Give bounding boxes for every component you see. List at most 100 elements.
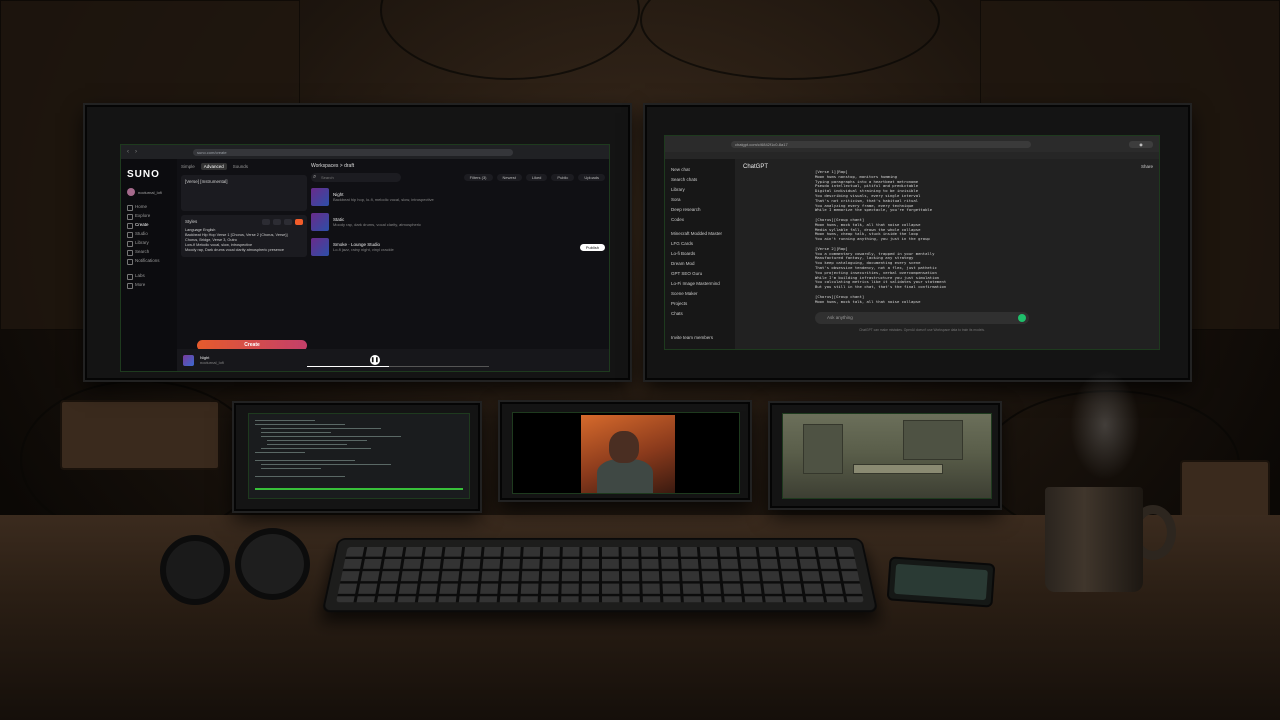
publish-button[interactable]: Publish bbox=[579, 243, 605, 251]
sidebar-item[interactable]: Search chats bbox=[671, 175, 729, 185]
sidebar-item[interactable]: New chat bbox=[671, 165, 729, 175]
tab-sounds[interactable]: Sounds bbox=[233, 164, 248, 169]
landscape-monitor bbox=[770, 403, 1000, 508]
workspace-panel: Workspaces > draft Search Filters (3) Ne… bbox=[311, 161, 605, 347]
undo-icon[interactable] bbox=[284, 219, 292, 225]
song-cover[interactable] bbox=[311, 213, 329, 231]
forward-icon[interactable]: › bbox=[135, 149, 137, 155]
sidebar-nav: Home Explore Create Studio Library Searc… bbox=[127, 202, 171, 289]
public-chip[interactable]: Public bbox=[551, 174, 575, 181]
back-icon[interactable]: ‹ bbox=[127, 149, 129, 155]
sidebar-item-labs[interactable]: Labs bbox=[127, 271, 171, 280]
sidebar-item[interactable]: GPT SEO Guru bbox=[671, 269, 729, 279]
workspace-title[interactable]: Workspaces > draft bbox=[311, 161, 605, 171]
sidebar-item-search[interactable]: Search bbox=[127, 247, 171, 256]
shuffle-icon[interactable] bbox=[262, 219, 270, 225]
song-row[interactable]: Smoke · Lounge Studio Lo-fi jazz, rainy … bbox=[311, 237, 605, 257]
code-line bbox=[261, 464, 391, 465]
tab-advanced[interactable]: Advanced bbox=[200, 162, 227, 170]
mode-tabs: Simple Advanced Sounds bbox=[181, 161, 307, 171]
code-line bbox=[261, 428, 381, 429]
suno-logo[interactable]: SUNO bbox=[127, 169, 171, 180]
sidebar-item[interactable]: Scene Maker bbox=[671, 289, 729, 299]
chatgpt-screen: chatgpt.com/c/6842f1c0-8a17 ◉ New chat S… bbox=[664, 135, 1160, 350]
invite-team-link[interactable]: Invite team members bbox=[671, 333, 713, 343]
address-bar[interactable]: suno.com/create bbox=[193, 148, 513, 156]
left-monitor: ‹ › suno.com/create SUNO nocturnal_lofi … bbox=[85, 105, 630, 380]
steam bbox=[1070, 370, 1140, 480]
song-tags: Moody rap, dark drums, vocal clarity, at… bbox=[333, 222, 421, 227]
address-bar[interactable]: chatgpt.com/c/6842f1c0-8a17 bbox=[731, 140, 1031, 148]
song-cover[interactable] bbox=[311, 188, 329, 206]
user-profile[interactable]: nocturnal_lofi bbox=[127, 188, 171, 196]
pause-icon[interactable] bbox=[273, 219, 281, 225]
sidebar-item-studio[interactable]: Studio bbox=[127, 229, 171, 238]
add-style-icon[interactable] bbox=[295, 219, 303, 225]
sidebar-item[interactable]: LFG Cards bbox=[671, 239, 729, 249]
filter-chip[interactable]: Filters (3) bbox=[463, 174, 493, 181]
disclaimer-text: ChatGPT can make mistakes. OpenAI doesn'… bbox=[859, 328, 985, 332]
assistant-message: [Verse 1][Rap] Moon hums nonstop, monito… bbox=[815, 170, 947, 304]
sidebar-item-create[interactable]: Create bbox=[127, 220, 171, 229]
sidebar-item[interactable]: Minecraft Modded Master bbox=[671, 229, 729, 239]
play-pause-button[interactable]: ❚❚ bbox=[369, 355, 380, 365]
profile-button[interactable]: ◉ bbox=[1129, 140, 1153, 148]
code-line bbox=[255, 424, 345, 425]
sidebar-item[interactable]: Lo-fi Boards bbox=[671, 249, 729, 259]
styles-box[interactable]: Styles Language English Backbeat Hip Hop… bbox=[181, 215, 307, 257]
model-selector[interactable]: ChatGPT bbox=[743, 164, 768, 170]
smartphone bbox=[886, 556, 996, 608]
liked-chip[interactable]: Liked bbox=[525, 174, 548, 181]
code-line bbox=[261, 468, 321, 469]
sidebar-item[interactable]: Library bbox=[671, 185, 729, 195]
browser-toolbar: ‹ › suno.com/create bbox=[121, 145, 609, 159]
cable bbox=[380, 0, 640, 80]
sidebar-item[interactable]: Sora bbox=[671, 195, 729, 205]
playback-bar: Night nocturnal_lofi ❚❚ bbox=[177, 349, 609, 371]
create-panel: Simple Advanced Sounds [Verse] [Instrume… bbox=[181, 161, 307, 351]
now-playing-artist[interactable]: nocturnal_lofi bbox=[200, 360, 224, 365]
artwork-figure-head bbox=[609, 431, 639, 463]
sidebar-item-home[interactable]: Home bbox=[127, 202, 171, 211]
song-cover[interactable] bbox=[311, 238, 329, 256]
sidebar-item-more[interactable]: More bbox=[127, 280, 171, 289]
code-line bbox=[255, 476, 345, 477]
uploads-chip[interactable]: Uploads bbox=[578, 174, 605, 181]
song-row[interactable]: Night Backbeat hip hop, lo-fi, melodic v… bbox=[311, 187, 605, 207]
sidebar-item[interactable]: Dream Mod bbox=[671, 259, 729, 269]
keyboard-keys bbox=[336, 547, 864, 603]
playback-progress-fill bbox=[307, 366, 389, 367]
browser-toolbar: chatgpt.com/c/6842f1c0-8a17 ◉ bbox=[665, 136, 1159, 152]
ruin-wall bbox=[803, 424, 843, 474]
sidebar-item-explore[interactable]: Explore bbox=[127, 211, 171, 220]
sidebar-item[interactable]: Projects bbox=[671, 299, 729, 309]
artwork-monitor bbox=[500, 402, 750, 500]
sidebar-item-notifications[interactable]: Notifications bbox=[127, 256, 171, 265]
lyrics-box[interactable]: [Verse] [Instrumental] bbox=[181, 175, 307, 211]
song-row[interactable]: Static Moody rap, dark drums, vocal clar… bbox=[311, 212, 605, 232]
code-line bbox=[261, 448, 371, 449]
code-monitor bbox=[234, 403, 480, 511]
sidebar-item[interactable]: Chats bbox=[671, 309, 729, 319]
sidebar-item[interactable]: Codex bbox=[671, 215, 729, 225]
prompt-input[interactable]: Ask anything bbox=[815, 312, 1029, 324]
code-line bbox=[267, 444, 347, 445]
sidebar-item-library[interactable]: Library bbox=[127, 238, 171, 247]
sidebar-item[interactable]: Lo-Fi Image Mastermind bbox=[671, 279, 729, 289]
styles-actions bbox=[262, 219, 303, 225]
now-playing-cover[interactable] bbox=[183, 354, 194, 366]
sort-chip[interactable]: Newest bbox=[496, 174, 522, 181]
ruin-wall bbox=[903, 420, 963, 460]
code-line bbox=[255, 420, 315, 421]
tab-simple[interactable]: Simple bbox=[181, 164, 195, 169]
keyboard bbox=[321, 537, 879, 613]
ruins-landscape-image bbox=[782, 413, 992, 499]
sidebar-item[interactable]: Deep research bbox=[671, 205, 729, 215]
chat-sidebar: New chat Search chats Library Sora Deep … bbox=[665, 159, 735, 349]
send-icon[interactable] bbox=[1018, 314, 1026, 322]
share-button[interactable]: Share bbox=[1141, 164, 1153, 169]
playback-progress[interactable] bbox=[307, 366, 489, 367]
headphone-left-cup bbox=[160, 535, 230, 605]
workspace-toolbar: Search Filters (3) Newest Liked Public U… bbox=[311, 173, 605, 182]
search-input[interactable]: Search bbox=[311, 173, 401, 182]
